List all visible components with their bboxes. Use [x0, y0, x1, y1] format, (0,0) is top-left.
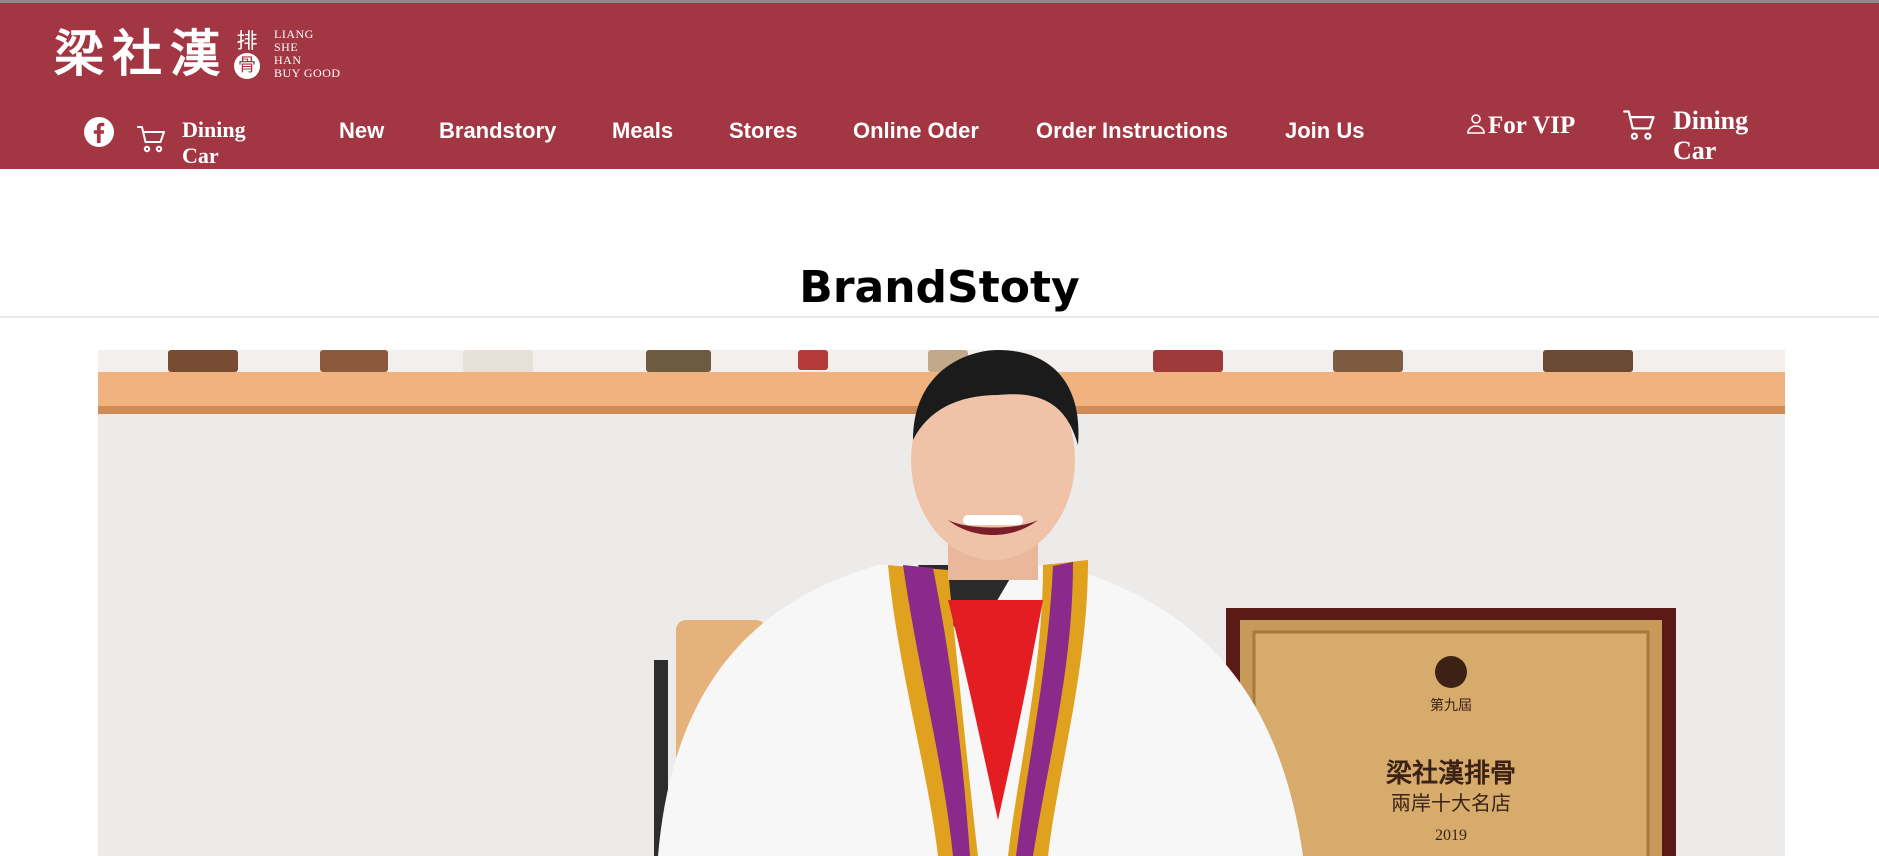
facebook-icon[interactable]: [83, 116, 115, 148]
hero-image: 第九屆 梁社漢排骨 兩岸十大名店 2019: [98, 350, 1785, 856]
chef-photo: 第九屆 梁社漢排骨 兩岸十大名店 2019: [98, 350, 1785, 856]
logo-english-name: LIANG SHE HAN BUY GOOD: [274, 28, 341, 80]
logo-badge-bottom: 骨: [234, 53, 260, 79]
vip-label: For VIP: [1488, 112, 1576, 139]
nav-item-brandstory[interactable]: Brandstory: [439, 116, 556, 146]
site-header: 梁社漢 排 骨 LIANG SHE HAN BUY GOOD Dining Ca…: [0, 0, 1879, 169]
nav-item-new[interactable]: New: [339, 116, 384, 146]
nav-item-stores[interactable]: Stores: [729, 116, 797, 146]
nav-item-order-instructions[interactable]: Order Instructions: [1036, 116, 1228, 146]
nav-item-meals[interactable]: Meals: [612, 116, 673, 146]
vip-link[interactable]: For VIP: [1466, 111, 1575, 141]
nav-item-online-order[interactable]: Online Oder: [853, 116, 979, 146]
user-icon: [1467, 114, 1485, 134]
brand-logo[interactable]: 梁社漢 排 骨 LIANG SHE HAN BUY GOOD: [54, 23, 341, 85]
dining-car-link[interactable]: Dining Car: [182, 117, 272, 169]
logo-badge-top: 排: [236, 29, 258, 53]
logo-en-line: BUY GOOD: [274, 66, 341, 80]
plaque-year: 2019: [1435, 827, 1467, 844]
cart-icon[interactable]: [1622, 107, 1658, 143]
dining-car-link-right[interactable]: Dining Car: [1673, 106, 1773, 166]
plaque-line3: 兩岸十大名店: [1391, 791, 1511, 815]
nav-item-join-us[interactable]: Join Us: [1285, 116, 1364, 146]
plaque-line2: 梁社漢排骨: [1385, 758, 1516, 789]
cart-icon[interactable]: [136, 123, 168, 155]
plaque-line1: 第九屆: [1430, 697, 1472, 714]
logo-badge: 排 骨: [232, 26, 262, 82]
page-title: BrandStoty: [799, 262, 1080, 314]
title-section: BrandStoty: [0, 169, 1879, 318]
logo-chinese-name: 梁社漢: [54, 24, 228, 83]
